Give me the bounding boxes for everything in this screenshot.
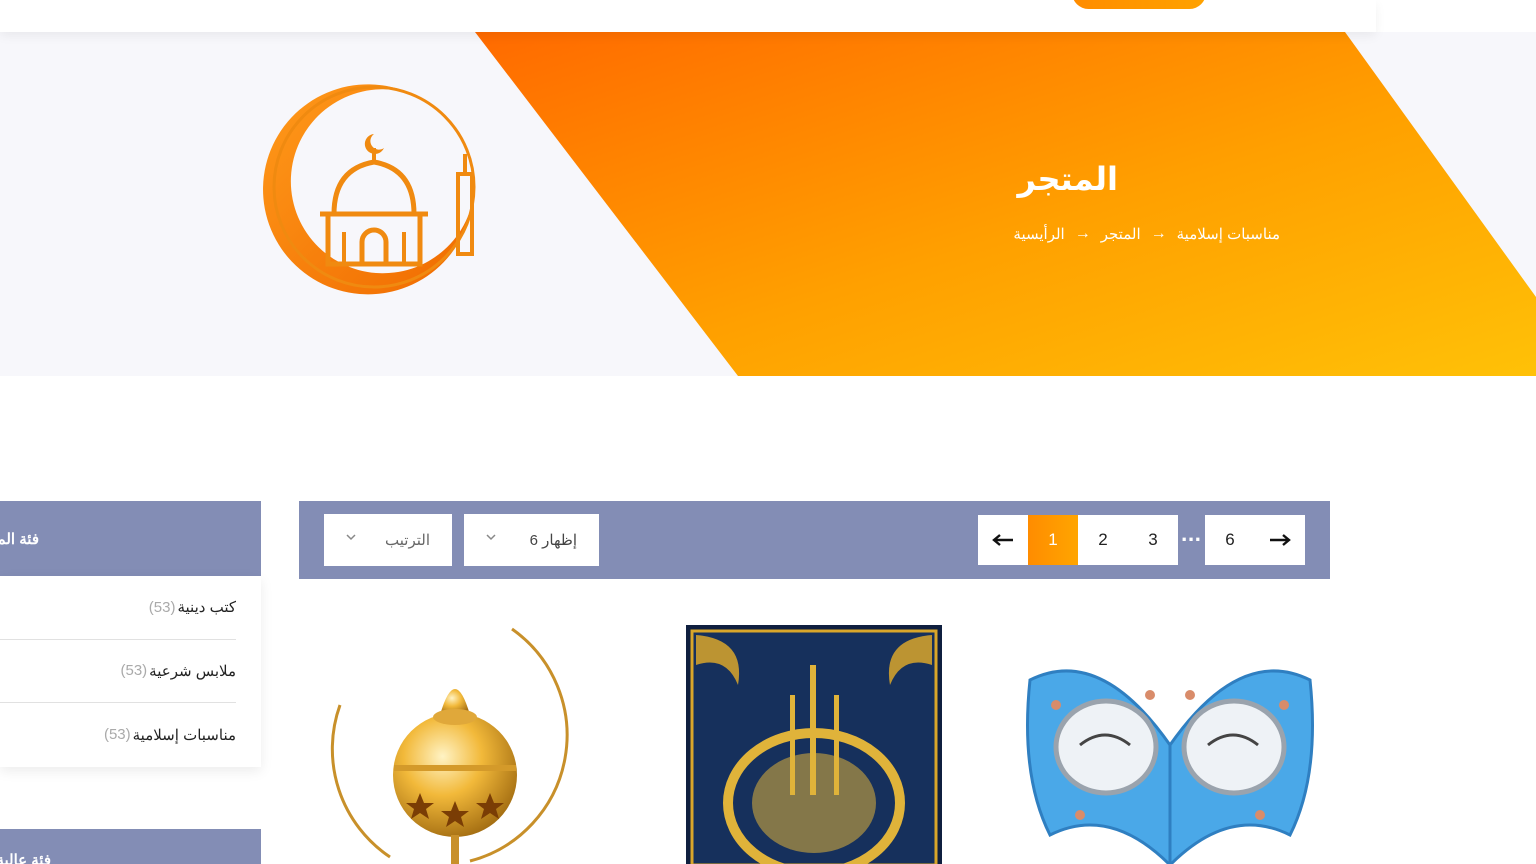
category-label: مناسبات إسلامية [132, 726, 236, 744]
top-navbar [0, 0, 1376, 32]
pagination-tail: 6 [1205, 515, 1305, 565]
pagination-page-1[interactable]: 1 [1028, 515, 1078, 565]
ayat-al-kursi-calligraphy-frame-icon[interactable] [686, 625, 942, 864]
arrow-right-icon [1270, 534, 1291, 546]
sort-select-value: الترتيب [385, 532, 430, 549]
shop-page: المتجر مناسبات إسلامية → المتجر → الرأيس… [0, 0, 1536, 864]
page-title: المتجر [1017, 160, 1118, 198]
pagination-page-2[interactable]: 2 [1078, 515, 1128, 565]
category-sidebar: فئة المنتجات كتب دينية (53) ملابس شرعية … [0, 501, 261, 767]
pagination-page-6[interactable]: 6 [1205, 515, 1255, 565]
shop-toolbar: الترتيب إظهار 6 1 2 3 ... 6 [299, 501, 1330, 579]
arrow-left-icon: → [1074, 225, 1091, 242]
category-list: كتب دينية (53) ملابس شرعية (53) مناسبات … [0, 576, 261, 767]
category-count: (53) [103, 726, 131, 744]
category-count: (53) [148, 598, 176, 616]
breadcrumb-current[interactable]: مناسبات إسلامية [1177, 225, 1280, 243]
pagination-prev-button[interactable] [978, 515, 1028, 565]
sort-select[interactable]: الترتيب [324, 514, 452, 566]
category-item[interactable]: مناسبات إسلامية (53) [0, 703, 236, 767]
arrow-left-icon: → [1150, 225, 1167, 242]
sidebar-heading: فئة المنتجات [0, 501, 261, 576]
chevron-down-icon [486, 534, 496, 541]
golden-incense-burner-icon[interactable] [320, 625, 590, 864]
per-page-select[interactable]: إظهار 6 [464, 514, 599, 566]
category-label: كتب دينية [177, 599, 236, 617]
mosque-crescent-logo-icon [263, 84, 476, 295]
category-item[interactable]: ملابس شرعية (53) [0, 640, 236, 703]
pagination-page-3[interactable]: 3 [1128, 515, 1178, 565]
chevron-down-icon [346, 534, 356, 541]
sidebar-heading-top-rated: فئة عالية التقييم [0, 829, 261, 864]
per-page-select-value: إظهار 6 [529, 532, 577, 549]
pagination: 1 2 3 ... [978, 515, 1204, 565]
arrow-left-icon [992, 534, 1013, 546]
quran-stand-rehal-icon[interactable] [1020, 625, 1320, 864]
category-label: ملابس شرعية [149, 662, 236, 680]
pagination-next-button[interactable] [1255, 515, 1305, 565]
hero-banner: المتجر مناسبات إسلامية → المتجر → الرأيس… [0, 32, 1536, 376]
breadcrumb-shop[interactable]: المتجر [1101, 225, 1141, 243]
pagination-ellipsis: ... [1180, 525, 1202, 546]
breadcrumb-home[interactable]: الرأيسية [1013, 225, 1064, 243]
breadcrumb: مناسبات إسلامية → المتجر → الرأيسية [1013, 225, 1280, 243]
category-count: (53) [120, 662, 148, 680]
navbar-cta-button[interactable] [1072, 0, 1206, 9]
hero-orange-shape [475, 32, 1536, 376]
category-item[interactable]: كتب دينية (53) [0, 576, 236, 640]
